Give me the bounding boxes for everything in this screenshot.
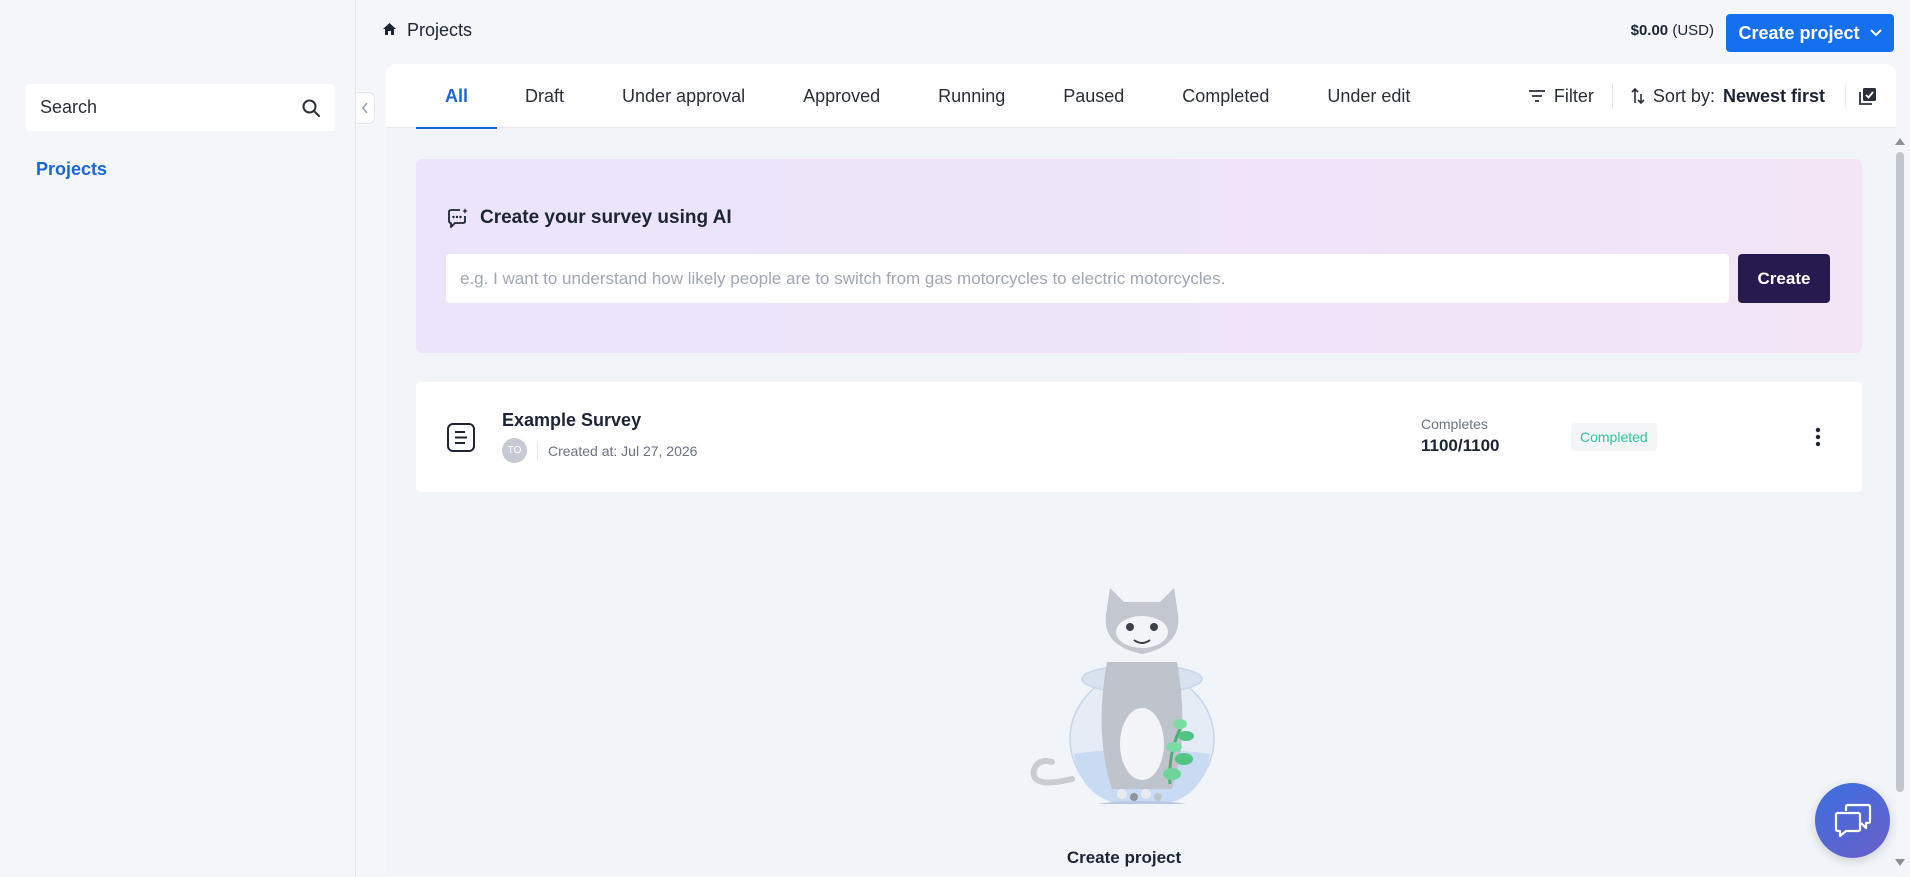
empty-state-illustration <box>1022 584 1222 811</box>
scroll-up-icon[interactable] <box>1895 138 1905 145</box>
filter-label: Filter <box>1553 85 1594 106</box>
bulk-select-button[interactable] <box>1846 86 1896 106</box>
project-meta: TO Created at: Jul 27, 2026 <box>502 438 697 463</box>
filter-icon <box>1528 90 1545 102</box>
tab-under-approval[interactable]: Under approval <box>593 64 774 128</box>
tab-all[interactable]: All <box>416 64 498 129</box>
ai-survey-card: Create your survey using AI Create <box>416 159 1862 353</box>
support-chat-button[interactable] <box>1815 783 1890 858</box>
list-toolbar: Filter Sort by: Newest first <box>1528 64 1896 128</box>
balance-amount: $0.00 <box>1630 22 1669 39</box>
document-icon <box>446 422 476 458</box>
ai-chat-icon <box>448 208 468 228</box>
project-menu-button[interactable] <box>1806 420 1830 454</box>
balance: $0.00 (USD) <box>1631 22 1714 39</box>
chevron-left-icon <box>361 102 368 114</box>
project-created-at: Created at: Jul 27, 2026 <box>548 442 698 459</box>
home-icon[interactable] <box>382 20 397 41</box>
project-completes: Completes 1100/1100 <box>1421 416 1499 456</box>
project-title[interactable]: Example Survey <box>502 410 641 431</box>
collapse-sidebar-button[interactable] <box>356 92 375 124</box>
chevron-down-icon <box>1869 29 1882 37</box>
avatar: TO <box>502 438 527 463</box>
kebab-icon <box>1815 427 1821 447</box>
sidebar-search <box>26 84 335 131</box>
completes-label: Completes <box>1421 416 1488 432</box>
tab-bar: All Draft Under approval Approved Runnin… <box>386 64 1896 129</box>
ai-prompt-input[interactable] <box>446 254 1729 303</box>
sort-icon <box>1631 87 1645 105</box>
tab-draft[interactable]: Draft <box>497 64 593 128</box>
main-panel: All Draft Under approval Approved Runnin… <box>386 64 1896 874</box>
ai-card-title: Create your survey using AI <box>446 207 732 229</box>
sidebar: Projects <box>0 0 356 877</box>
breadcrumb-current: Projects <box>407 20 473 40</box>
ai-create-button[interactable]: Create <box>1738 254 1830 303</box>
project-card[interactable]: Example Survey TO Created at: Jul 27, 20… <box>416 382 1862 492</box>
create-project-label: Create project <box>1738 22 1860 43</box>
main-scrollbar[interactable] <box>1893 134 1907 876</box>
tab-under-edit[interactable]: Under edit <box>1298 64 1439 128</box>
status-badge: Completed <box>1571 423 1657 451</box>
balance-currency: (USD) <box>1672 22 1714 39</box>
sort-value: Newest first <box>1722 85 1825 106</box>
tab-approved[interactable]: Approved <box>774 64 909 128</box>
breadcrumb: Projects <box>382 20 472 41</box>
divider <box>537 441 538 460</box>
bulk-select-icon <box>1859 88 1876 105</box>
search-icon[interactable] <box>301 98 321 118</box>
tab-running[interactable]: Running <box>909 64 1034 128</box>
empty-state-create-project[interactable]: Create project <box>386 848 1862 868</box>
scrollbar-thumb[interactable] <box>1896 152 1904 792</box>
scroll-down-icon[interactable] <box>1895 859 1905 866</box>
top-bar: Projects $0.00 (USD) Create project <box>356 0 1910 64</box>
status-tabs: All Draft Under approval Approved Runnin… <box>416 64 1439 129</box>
sidebar-item-projects[interactable]: Projects <box>36 159 107 180</box>
chat-icon <box>1834 803 1871 837</box>
sort-label: Sort by: <box>1652 85 1715 106</box>
search-input[interactable] <box>40 97 301 118</box>
create-project-button[interactable]: Create project <box>1726 14 1894 52</box>
ai-card-title-text: Create your survey using AI <box>480 207 732 228</box>
tab-completed[interactable]: Completed <box>1153 64 1298 128</box>
completes-value: 1100/1100 <box>1421 436 1500 455</box>
sort-button[interactable]: Sort by: Newest first <box>1613 86 1845 107</box>
tab-paused[interactable]: Paused <box>1034 64 1153 128</box>
filter-button[interactable]: Filter <box>1528 86 1612 107</box>
